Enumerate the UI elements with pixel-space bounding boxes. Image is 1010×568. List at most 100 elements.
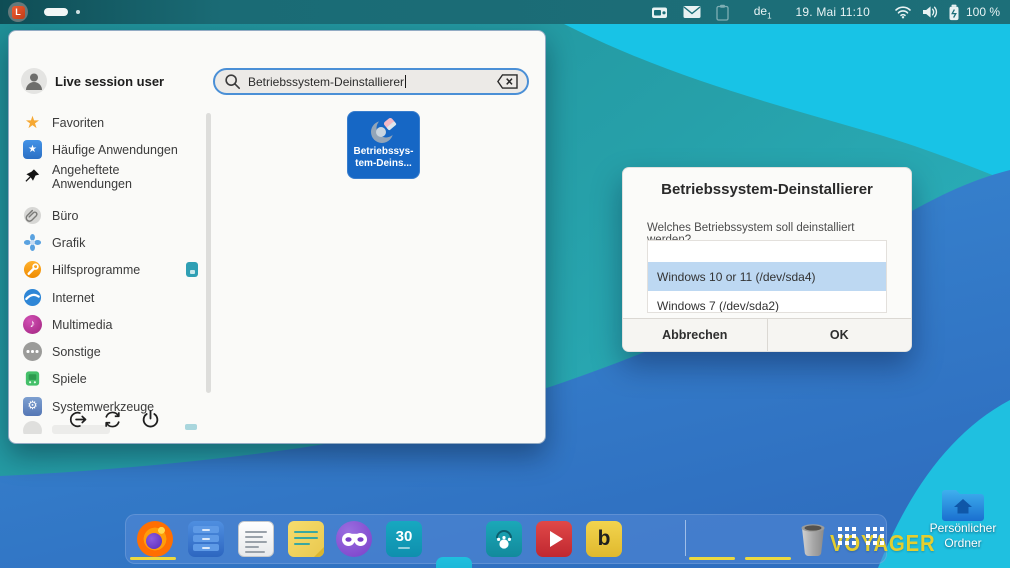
ok-button[interactable]: OK [766, 319, 912, 351]
running-indicator-xterm [745, 557, 791, 560]
distro-logo-icon: L [11, 5, 25, 19]
dot-pattern [866, 527, 870, 531]
globe-icon [23, 288, 42, 307]
dock-panel-settings-icon[interactable] [436, 557, 472, 568]
category-office[interactable]: Büro [23, 202, 195, 229]
wallpaper-brand-text: VOYAGER [830, 530, 936, 556]
dock-b-app-icon[interactable]: b [586, 521, 622, 557]
category-label: Büro [52, 208, 79, 223]
category-favorites[interactable]: ★ Favoriten [23, 109, 195, 136]
category-multimedia[interactable]: ♪ Multimedia [23, 311, 195, 338]
paperclip-icon [23, 206, 42, 225]
calendar-day: 30 [395, 528, 413, 545]
keyboard-layout-indicator[interactable]: de1 [754, 4, 772, 20]
logout-icon[interactable] [67, 409, 88, 430]
person-icon [26, 73, 42, 90]
dock-notes-icon[interactable] [288, 521, 324, 557]
os-option[interactable]: Windows 7 (/dev/sda2) [648, 291, 886, 313]
menu-scrollbar[interactable] [206, 113, 211, 393]
app-menu-button[interactable]: L [8, 2, 28, 22]
wrench-icon [23, 260, 42, 279]
frequent-star-icon: ★ [23, 140, 42, 159]
dock-trash-icon[interactable] [795, 519, 833, 559]
category-label: Internet [52, 290, 95, 305]
running-indicator-terminal [689, 557, 735, 560]
trash-can-icon [801, 524, 825, 557]
dock-calendar-icon[interactable]: 30 [386, 521, 422, 557]
dock-media-player-icon[interactable] [536, 521, 572, 557]
footprint-bag-icon [496, 530, 512, 549]
category-internet[interactable]: Internet [23, 284, 195, 311]
category-accessories[interactable]: Hilfsprogramme [23, 256, 195, 283]
window-button-dot[interactable] [76, 10, 80, 14]
desktop-screen: L de1 19. Mai 11:10 100 % Live session u… [0, 0, 1010, 568]
dock-text-editor-icon[interactable] [238, 521, 274, 557]
os-list[interactable]: Windows 10 or 11 (/dev/sda4) Windows 7 (… [647, 240, 887, 313]
application-menu: Live session user Betriebssystem-Deinsta… [8, 30, 546, 444]
logo-letter: L [15, 6, 21, 17]
app-label-line2: tem-Deins... [355, 158, 412, 169]
window-button-active[interactable] [44, 8, 68, 16]
shutdown-icon[interactable] [140, 409, 161, 430]
cancel-button[interactable]: Abbrechen [623, 319, 767, 351]
notification-badge [186, 262, 198, 277]
top-panel: L de1 19. Mai 11:10 100 % [0, 0, 1010, 24]
battery-percent: 100 % [965, 5, 1000, 19]
dock-mask-app-icon[interactable] [336, 521, 372, 557]
wifi-icon[interactable] [894, 5, 912, 19]
restart-icon[interactable] [102, 409, 123, 430]
category-label: Favoriten [52, 115, 105, 130]
flower-icon [23, 233, 42, 252]
text-caret [405, 75, 407, 88]
os-option-selected[interactable]: Windows 10 or 11 (/dev/sda4) [648, 262, 886, 291]
dock-software-store-icon[interactable] [486, 521, 522, 557]
session-buttons [9, 409, 545, 435]
category-other[interactable]: Sonstige [23, 338, 195, 365]
dialog-title: Betriebssystem-Deinstallierer [661, 181, 873, 198]
pushpin-icon [23, 167, 42, 186]
mail-icon[interactable] [683, 5, 701, 19]
os-uninstaller-dialog: Betriebssystem-Deinstallierer Welches Be… [622, 167, 912, 352]
dock-file-manager-icon[interactable] [188, 521, 224, 557]
dock-firefox-icon[interactable] [137, 521, 173, 557]
os-uninstaller-icon [370, 117, 396, 143]
mask-icon [341, 532, 367, 546]
app-label-line1: Betriebssys- [353, 146, 414, 157]
volume-icon[interactable] [922, 5, 938, 19]
user-avatar[interactable] [21, 68, 47, 94]
dots-icon [23, 342, 42, 361]
search-value: Betriebssystem-Deinstallierer [248, 74, 405, 89]
clipboard-icon[interactable] [715, 4, 730, 21]
music-note-icon: ♪ [23, 315, 42, 334]
clock[interactable]: 19. Mai 11:10 [796, 5, 870, 19]
os-list-empty-row [648, 241, 886, 262]
category-label: Hilfsprogramme [52, 262, 141, 277]
system-tray: de1 19. Mai 11:10 100 % [651, 4, 1010, 21]
battery-icon[interactable] [948, 4, 960, 21]
dock-separator [685, 520, 686, 556]
category-games[interactable]: Spiele [23, 365, 195, 392]
star-icon: ★ [24, 113, 41, 132]
keyboard-layout-code: de [753, 3, 768, 18]
user-name: Live session user [55, 74, 165, 89]
category-pinned-apps[interactable]: Angeheftete Anwendungen [23, 162, 195, 191]
keyboard-layout-index: 1 [767, 11, 772, 21]
search-input[interactable]: Betriebssystem-Deinstallierer [213, 68, 529, 95]
home-folder-icon [942, 490, 984, 521]
home-folder-shortcut[interactable]: Persönlicher Ordner [928, 486, 998, 551]
dialog-buttons: Abbrechen OK [623, 318, 911, 351]
clear-search-icon[interactable] [497, 74, 518, 89]
search-result-app[interactable]: Betriebssys- tem-Deins... [347, 111, 420, 179]
category-label: Angeheftete Anwendungen [52, 162, 132, 191]
dot-pattern [838, 527, 842, 531]
gamepad-icon [23, 369, 42, 388]
home-label-line2: Ordner [944, 536, 982, 550]
search-icon [225, 74, 241, 90]
keyring-icon[interactable] [651, 5, 669, 20]
category-label: Spiele [52, 371, 87, 386]
category-graphics[interactable]: Grafik [23, 229, 195, 256]
category-frequent-apps[interactable]: ★ Häufige Anwendungen [23, 136, 195, 163]
running-indicator-firefox [130, 557, 176, 560]
b-letter: b [597, 527, 611, 550]
play-icon [550, 531, 563, 547]
